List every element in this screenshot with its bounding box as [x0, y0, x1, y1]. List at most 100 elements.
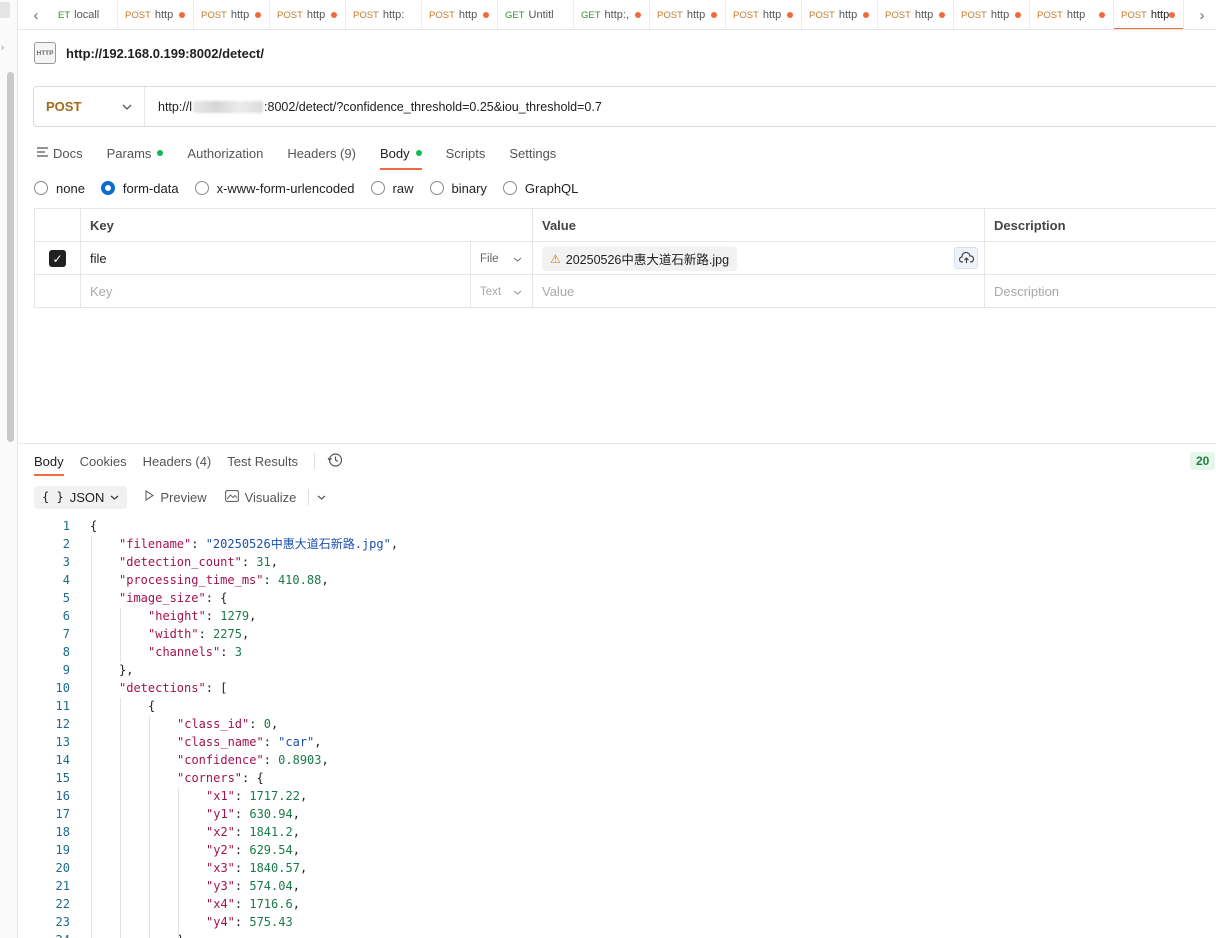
code-text: "height": 1279, — [148, 609, 257, 623]
gutter-tick: › — [1, 42, 4, 52]
punct: , — [241, 627, 250, 641]
tab-docs[interactable]: Docs — [37, 140, 83, 166]
tab-post[interactable]: POST http — [118, 0, 194, 29]
unsaved-dot-icon — [939, 12, 945, 18]
type-select[interactable]: File — [470, 242, 532, 275]
type-select[interactable]: Text — [470, 275, 532, 308]
key-cell[interactable]: file — [80, 242, 470, 275]
tab-method: POST — [809, 9, 835, 21]
response-tab-cookies[interactable]: Cookies — [80, 449, 127, 473]
format-select[interactable]: { } JSON — [34, 485, 128, 509]
tab-post[interactable]: POST http — [194, 0, 270, 29]
response-json-editor[interactable]: 1{2 "filename": "20250526中惠大道石新路.jpg", 3 "d… — [34, 517, 1214, 938]
radio-circle[interactable] — [370, 181, 385, 195]
punct: , — [292, 879, 300, 893]
description-cell[interactable] — [984, 242, 1216, 275]
response-tab-headers[interactable]: Headers (4) — [143, 449, 212, 473]
key-placeholder[interactable]: Key — [80, 275, 470, 308]
vertical-scrollbar[interactable] — [7, 72, 14, 442]
scroll-tabs-left-icon[interactable]: ‹ — [18, 0, 54, 29]
tab-authorization[interactable]: Authorization — [187, 140, 263, 166]
radio-circle[interactable] — [429, 181, 444, 195]
radio-label: binary — [451, 180, 487, 196]
status-dot-icon — [415, 150, 422, 156]
scroll-tabs-right-icon[interactable]: › — [1184, 0, 1216, 29]
chevron-down-icon — [122, 101, 132, 113]
tab-post[interactable]: POST http — [422, 0, 498, 29]
code-text: "y3": 574.04, — [206, 879, 300, 893]
json-key: "height" — [148, 609, 206, 623]
body-type-binary[interactable]: binary — [429, 180, 487, 196]
json-value: [ — [220, 681, 228, 695]
body-type-graphql[interactable]: GraphQL — [502, 181, 578, 196]
indent-guide — [91, 536, 92, 938]
method-select[interactable]: POST — [34, 87, 145, 126]
punct: , — [292, 807, 300, 821]
radio-circle[interactable] — [100, 181, 115, 195]
tab-post[interactable]: POST http — [1030, 0, 1114, 29]
json-value: "20250526中惠大道石新路.jpg" — [205, 537, 391, 551]
body-type-none[interactable]: none — [34, 181, 85, 196]
json-key: "y4" — [206, 915, 235, 929]
preview-button[interactable]: Preview — [145, 490, 207, 505]
description-placeholder[interactable]: Description — [984, 275, 1216, 308]
response-tab-body[interactable]: Body — [34, 449, 64, 476]
tab-post[interactable]: POST http — [726, 0, 802, 29]
enabled-checkbox[interactable]: ✓ — [49, 250, 66, 267]
tab-post[interactable]: POST http — [954, 0, 1030, 29]
body-type-form-data[interactable]: form-data — [100, 181, 179, 196]
tab-post[interactable]: POST http — [270, 0, 346, 29]
pane-divider[interactable] — [18, 443, 1216, 444]
visualize-label: Visualize — [244, 489, 297, 505]
tab-headers[interactable]: Headers (9) — [287, 140, 356, 166]
tab-post[interactable]: POST http — [650, 0, 726, 29]
tab-method: ET — [58, 9, 71, 21]
cloud-upload-icon[interactable] — [954, 247, 978, 269]
radio-label: none — [56, 180, 85, 196]
tab-label: Authorization — [187, 145, 264, 161]
punct: , — [249, 609, 257, 623]
tab-scripts[interactable]: Scripts — [446, 140, 486, 166]
json-value: 410.88 — [277, 573, 322, 587]
response-tab-test[interactable]: Test Results — [227, 449, 298, 473]
url-input[interactable]: http://l:8002/detect/?confidence_thresho… — [158, 100, 602, 114]
visualize-button[interactable]: Visualize — [224, 489, 297, 505]
tab-settings[interactable]: Settings — [509, 140, 556, 166]
line-number: 22 — [55, 897, 70, 911]
unsaved-dot-icon — [331, 12, 337, 18]
line-number: 23 — [55, 915, 70, 929]
file-chip[interactable]: ⚠ 20250526中惠大道石新路.jpg — [542, 246, 738, 271]
code-line: 6 "height": 1279, — [34, 607, 1214, 625]
radio-circle[interactable] — [34, 181, 48, 195]
code-text: "detection_count": 31, — [119, 555, 278, 569]
json-key: "detections" — [119, 681, 206, 695]
chevron-down-icon — [110, 492, 119, 503]
radio-circle[interactable] — [194, 181, 209, 195]
radio-circle[interactable] — [502, 181, 517, 195]
tab-params[interactable]: Params — [107, 140, 164, 166]
request-title[interactable]: http://192.168.0.199:8002/detect/ — [66, 46, 264, 61]
tab-get[interactable]: GET Untitl — [498, 0, 574, 29]
line-number: 11 — [55, 699, 70, 713]
tab-post[interactable]: POST http — [802, 0, 878, 29]
tab-body[interactable]: Body — [379, 140, 422, 170]
history-icon[interactable] — [327, 452, 343, 471]
tab-post[interactable]: POST http — [1114, 0, 1184, 29]
body-type-x-www-form-urlencoded[interactable]: x-www-form-urlencoded — [194, 181, 355, 196]
tab-name: locall — [74, 9, 100, 21]
unsaved-dot-icon — [1099, 12, 1105, 18]
tab-post[interactable]: POST http: — [346, 0, 422, 29]
tab-get[interactable]: GET http:, — [574, 0, 650, 29]
json-key: "class_name" — [177, 735, 264, 749]
tab-post[interactable]: POST http — [878, 0, 954, 29]
punct: { — [148, 699, 156, 713]
json-value: 1840.57 — [249, 861, 300, 875]
chevron-down-icon[interactable] — [317, 492, 326, 503]
body-type-raw[interactable]: raw — [370, 181, 414, 196]
tab-divider — [314, 453, 316, 469]
code-line: 3 "detection_count": 31, — [34, 553, 1214, 571]
toolbar-divider — [308, 489, 310, 505]
tab-et[interactable]: ET locall — [54, 0, 118, 29]
json-value: 0 — [263, 717, 271, 731]
value-placeholder[interactable]: Value — [532, 275, 984, 308]
